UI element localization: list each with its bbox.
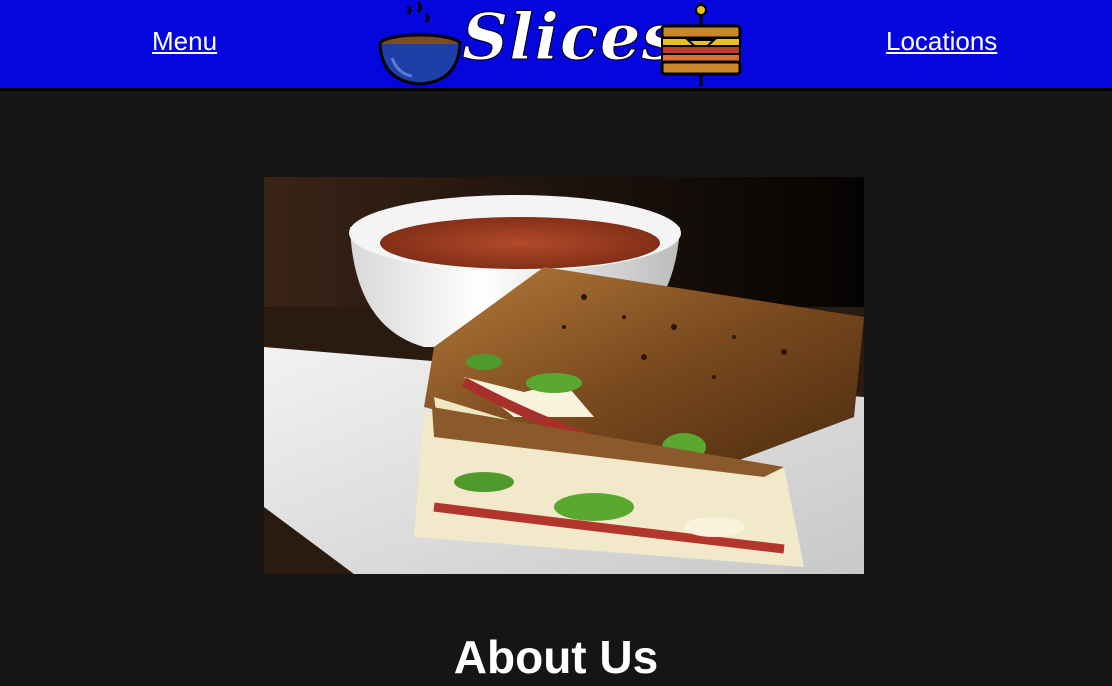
menu-link[interactable]: Menu bbox=[152, 28, 217, 54]
logo-wordmark: Slices bbox=[462, 0, 679, 75]
grilled-sandwich-soup-image bbox=[264, 177, 864, 574]
top-navbar: Menu Slices Locations bbox=[0, 0, 1112, 91]
hero-image bbox=[264, 177, 864, 574]
slices-logo[interactable]: Slices bbox=[378, 0, 744, 88]
locations-link[interactable]: Locations bbox=[886, 28, 997, 54]
sandwich-icon bbox=[660, 2, 742, 86]
about-us-heading: About Us bbox=[453, 631, 659, 683]
soup-bowl-icon bbox=[378, 0, 462, 86]
